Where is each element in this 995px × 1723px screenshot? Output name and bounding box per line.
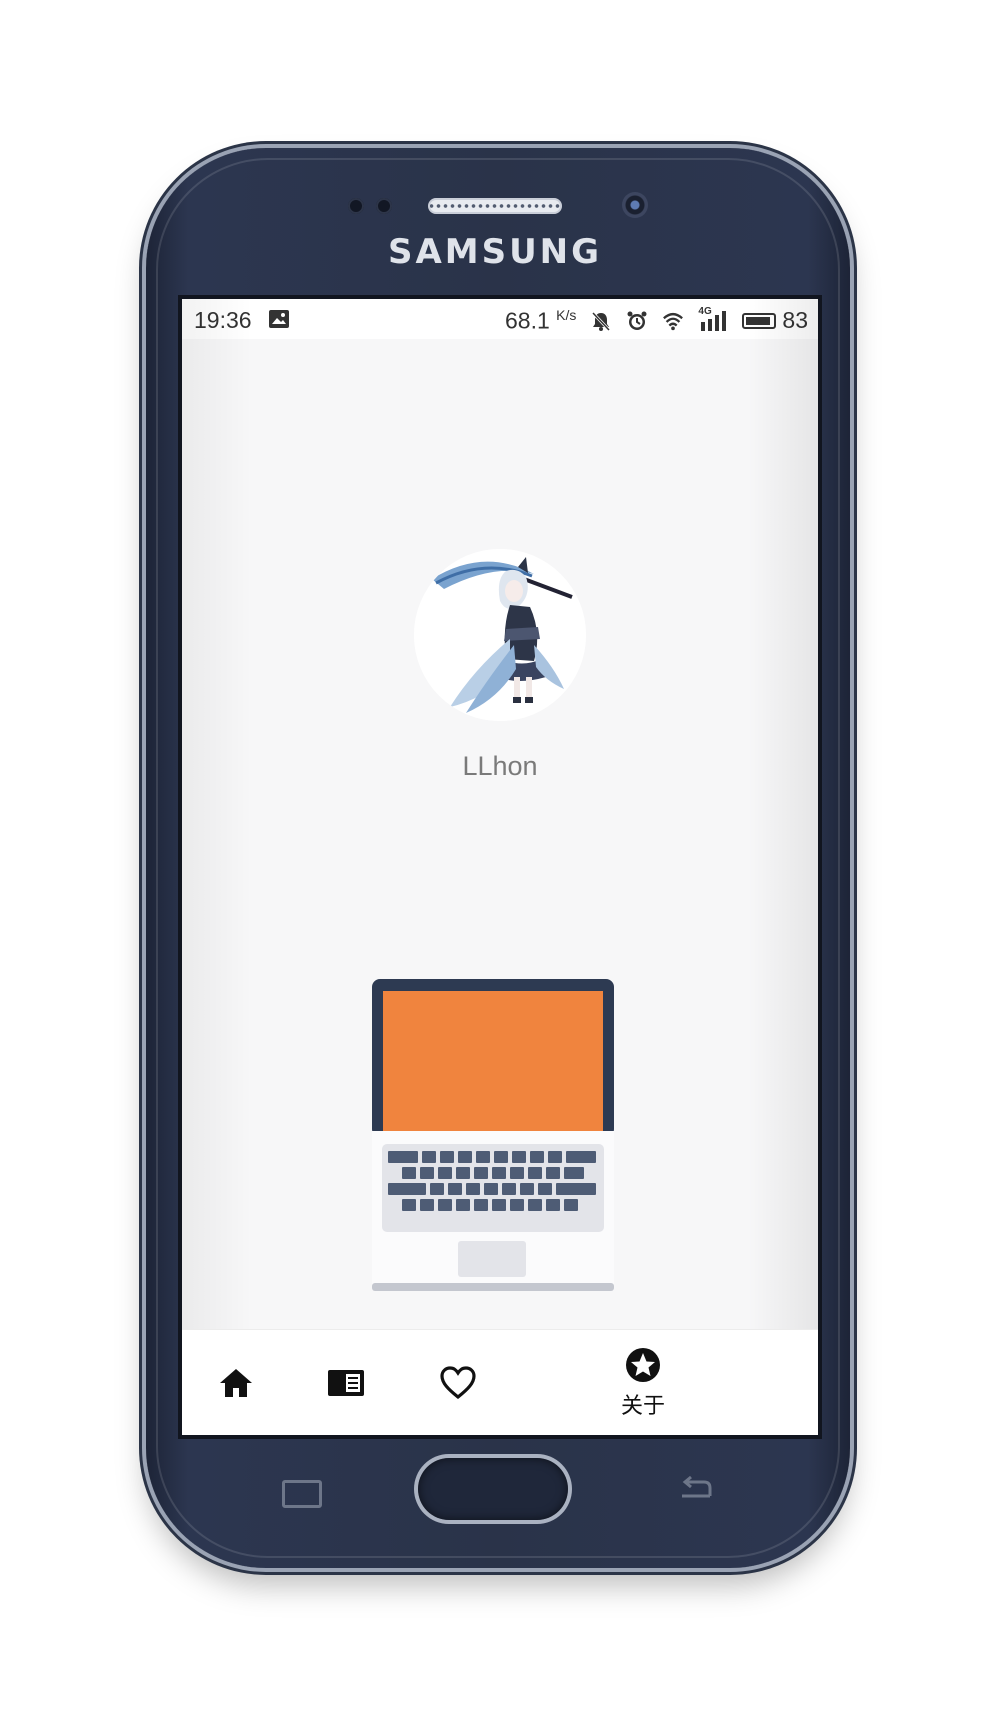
battery-status: 83 (742, 307, 808, 334)
signal-group: 4G (698, 306, 728, 332)
edge-shade-left (182, 299, 252, 1435)
status-time: 19:36 (194, 307, 252, 333)
username: LLhon (462, 751, 538, 781)
laptop-edge (372, 1283, 614, 1291)
stage: SAMSUNG 19:36 68.1 K/s 4G 83 LLhon 关于 (0, 0, 995, 1723)
image-icon (269, 310, 289, 328)
bottom-nav: 关于 (182, 1329, 818, 1435)
earpiece-speaker (428, 198, 562, 214)
laptop-illustration (372, 979, 614, 1291)
network-speed-value: 68.1 (505, 307, 550, 334)
battery-icon (742, 312, 777, 329)
status-right-group: 68.1 K/s 4G 83 (505, 306, 808, 335)
nav-label-about: 关于 (620, 1393, 665, 1418)
status-bar: 19:36 68.1 K/s 4G 83 (182, 299, 818, 339)
nav-item-home[interactable] (206, 1330, 266, 1435)
nav-item-favorites[interactable] (428, 1330, 488, 1435)
back-key-icon[interactable] (676, 1474, 716, 1504)
nav-item-news[interactable] (316, 1330, 376, 1435)
news-icon (328, 1370, 364, 1396)
home-key[interactable] (418, 1458, 568, 1520)
sensor-dots (348, 198, 392, 214)
mute-bell-icon (592, 311, 611, 331)
front-camera (622, 192, 648, 218)
recent-apps-key[interactable] (282, 1480, 322, 1508)
brand-logo: SAMSUNG (387, 232, 603, 272)
heart-icon (440, 1366, 476, 1400)
home-icon (220, 1369, 252, 1397)
laptop-trackpad (458, 1241, 526, 1277)
phone-screen: 19:36 68.1 K/s 4G 83 LLhon 关于 (178, 295, 822, 1439)
edge-shade-right (748, 299, 818, 1435)
alarm-icon (627, 311, 647, 330)
laptop-screen (383, 991, 603, 1131)
star-circle-icon (626, 1348, 660, 1382)
nav-item-about[interactable]: 关于 (598, 1330, 688, 1435)
network-speed-unit: K/s (556, 307, 577, 323)
avatar-illustration (414, 549, 586, 721)
wifi-icon (663, 312, 684, 330)
network-speed: 68.1 K/s (505, 307, 576, 335)
avatar[interactable] (414, 549, 586, 721)
battery-level: 83 (782, 307, 808, 334)
signal-icon (701, 310, 727, 331)
